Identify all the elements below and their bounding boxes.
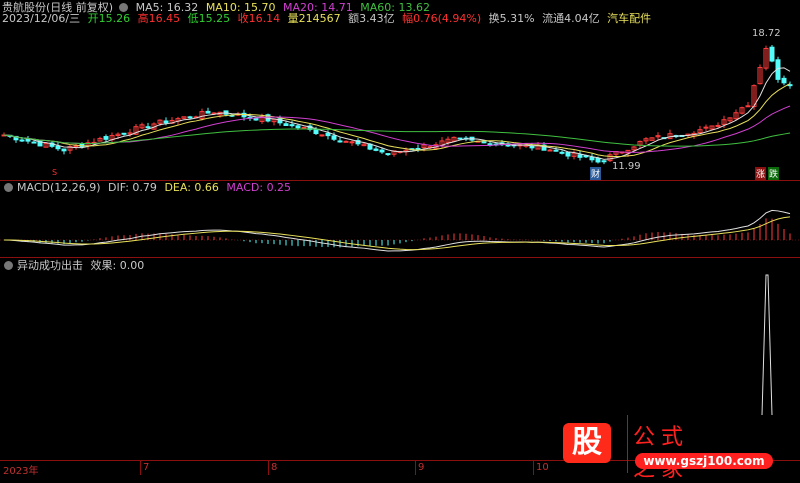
candle-body <box>553 149 559 152</box>
high-value: 16.45 <box>148 12 181 25</box>
candle-body <box>601 160 607 163</box>
price-chart[interactable] <box>0 25 800 180</box>
dea-value: DEA: 0.66 <box>164 181 219 194</box>
dif-line <box>3 209 791 252</box>
divider <box>0 257 800 258</box>
candle-body <box>349 141 355 144</box>
open-label: 开 <box>87 12 99 25</box>
x-label: 10 <box>536 462 549 473</box>
x-label: 7 <box>143 462 150 473</box>
low-label: 低 <box>187 12 199 25</box>
s-marker: S <box>52 168 58 177</box>
candle-body <box>163 120 169 124</box>
candle-body <box>373 148 379 151</box>
dea-line <box>3 216 791 251</box>
candle-body <box>379 149 385 153</box>
candle-body <box>415 147 421 150</box>
open-value: 15.26 <box>98 12 131 25</box>
candle-body <box>61 148 67 152</box>
candle-body <box>205 110 211 114</box>
candle-body <box>559 151 565 154</box>
macd-value: MACD: 0.25 <box>226 181 292 194</box>
change-value: 0.76(4.94%) <box>413 12 482 25</box>
close-label: 收 <box>237 12 249 25</box>
vol-value: 214567 <box>298 12 341 25</box>
candle-body <box>319 134 325 137</box>
candle-body <box>289 124 295 127</box>
candle-body <box>19 139 25 142</box>
toggle-icon[interactable] <box>4 182 13 192</box>
watermark-logo: 股 公式之家 www.gszj100.com <box>555 415 773 482</box>
candle-body <box>145 126 151 129</box>
change-label: 幅 <box>402 12 414 25</box>
close-value: 16.14 <box>248 12 281 25</box>
float-cap: 流通4.04亿 <box>542 12 600 25</box>
badge-die[interactable]: 跌 <box>768 167 780 180</box>
badge-cai[interactable]: 财 <box>590 167 602 180</box>
toggle-icon[interactable] <box>119 2 129 12</box>
amount: 额3.43亿 <box>348 12 395 25</box>
candle-body <box>781 77 787 84</box>
ma20-line <box>3 105 791 153</box>
logo-badge: 股 <box>563 423 611 463</box>
candle-body <box>457 137 463 140</box>
x-tick <box>533 460 534 475</box>
dif-value: DIF: 0.79 <box>108 181 157 194</box>
candle-body <box>589 156 595 161</box>
candle-body <box>715 124 721 127</box>
candle-body <box>55 145 61 150</box>
macd-header: MACD(12,26,9) DIF: 0.79 DEA: 0.66 MACD: … <box>2 181 295 194</box>
candle-body <box>121 132 127 135</box>
candle-body <box>577 154 583 158</box>
high-marker: 18.72 <box>752 28 781 39</box>
candle-body <box>325 132 331 137</box>
candle-body <box>769 46 775 62</box>
candle-body <box>301 126 307 129</box>
vol-label: 量 <box>287 12 299 25</box>
candle-body <box>313 128 319 135</box>
macd-chart[interactable] <box>0 195 800 257</box>
x-label: 9 <box>418 462 425 473</box>
macd-title: MACD(12,26,9) <box>17 181 101 194</box>
low-marker: 11.99 <box>612 161 641 172</box>
candle-body <box>103 136 109 140</box>
high-label: 高 <box>137 12 149 25</box>
candle-body <box>283 123 289 126</box>
x-label: 8 <box>271 462 278 473</box>
x-tick <box>140 460 141 475</box>
ma10-line <box>3 83 791 157</box>
date: 2023/12/06/三 <box>2 12 81 25</box>
low-value: 15.25 <box>198 12 231 25</box>
signal-spike <box>761 274 773 416</box>
x-tick <box>415 460 416 475</box>
candle-body <box>595 157 601 163</box>
quote-line: 2023/12/06/三 开15.26 高16.45 低15.25 收16.14… <box>2 12 655 25</box>
candle-body <box>481 141 487 144</box>
candle-body <box>337 140 343 143</box>
candle-body <box>295 125 301 129</box>
candle-body <box>529 145 535 149</box>
badge-zhang[interactable]: 涨 <box>755 167 767 180</box>
candle-body <box>547 149 553 152</box>
candle-body <box>331 135 337 140</box>
industry: 汽车配件 <box>607 12 652 25</box>
x-tick <box>268 460 269 475</box>
candle-body <box>187 116 193 119</box>
toggle-icon[interactable] <box>4 260 13 270</box>
candle-body <box>745 105 751 108</box>
candle-body <box>31 141 37 144</box>
candle-body <box>385 153 391 156</box>
turnover: 换5.31% <box>488 12 535 25</box>
candle-body <box>565 152 571 157</box>
